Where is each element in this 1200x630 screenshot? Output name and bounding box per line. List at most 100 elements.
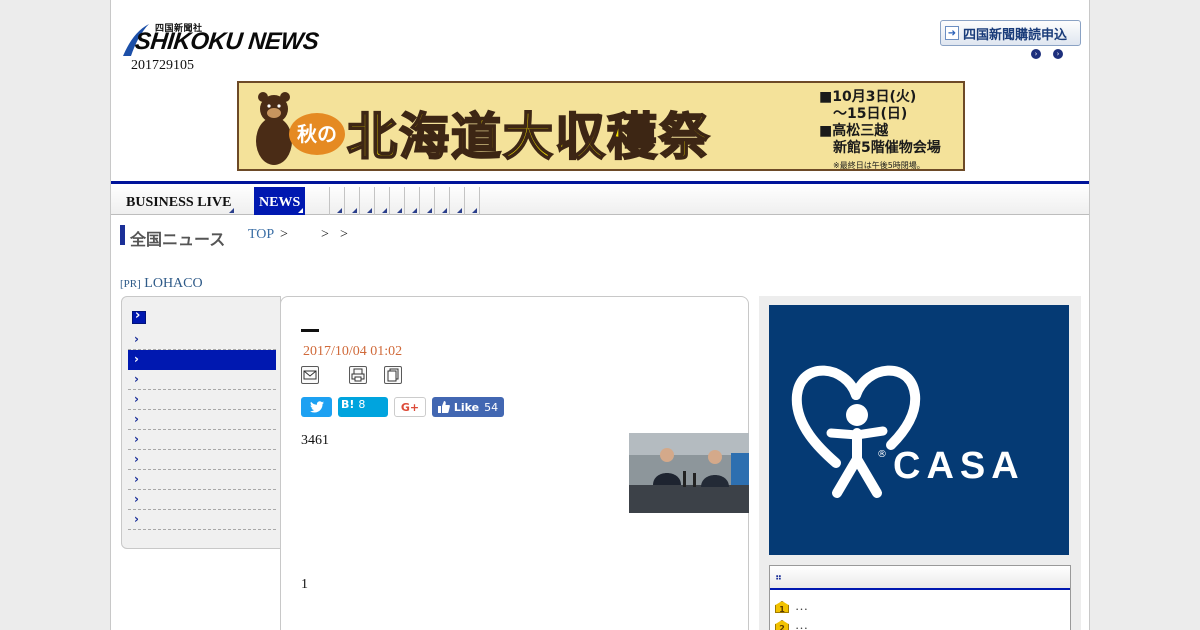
nav-next-icon[interactable]: › bbox=[1053, 49, 1063, 59]
nav-item-label: BUSINESS LIVE bbox=[126, 195, 232, 210]
sidebar-item[interactable]: › bbox=[128, 490, 276, 510]
ranking-item-text: … bbox=[795, 598, 808, 613]
edition-number: 201729105 bbox=[131, 58, 194, 73]
sidebar-item[interactable]: › bbox=[128, 330, 276, 350]
page: 四国新聞社 SHIKOKU NEWS 201729105 ➜ 四国新聞購読申込 … bbox=[110, 0, 1090, 630]
registered-mark: ® bbox=[877, 449, 887, 460]
corner-triangle-icon bbox=[367, 208, 372, 213]
article-photo[interactable] bbox=[629, 433, 749, 513]
chevron-right-icon: › bbox=[134, 472, 139, 486]
twitter-share-button[interactable] bbox=[301, 397, 332, 417]
logo-wordmark: SHIKOKU NEWS bbox=[133, 28, 320, 55]
banner-info-note: ※最終日は午後5時閉場。 bbox=[833, 161, 925, 170]
section-marker bbox=[120, 225, 125, 245]
article-panel: 2017/10/04 01:02 B! 8 G+ Like 54 3461 1 bbox=[280, 296, 749, 630]
mail-icon[interactable] bbox=[301, 366, 319, 384]
corner-triangle-icon bbox=[442, 208, 447, 213]
nav-item-empty[interactable] bbox=[464, 187, 479, 215]
category-sidebar: › › › › › › › › › › bbox=[121, 296, 281, 549]
ranking-box: ⠶ 1… 2… bbox=[769, 565, 1071, 630]
nav-item-empty[interactable] bbox=[344, 187, 359, 215]
pr-tag: [PR] bbox=[120, 278, 141, 290]
banner-aki: 秋の bbox=[289, 113, 345, 155]
ranking-header: ⠶ bbox=[770, 566, 1070, 590]
chevron-right-icon: › bbox=[134, 352, 139, 366]
nav-next-icon[interactable]: › bbox=[1031, 49, 1041, 59]
corner-triangle-icon bbox=[382, 208, 387, 213]
nav-item-empty[interactable] bbox=[449, 187, 464, 215]
banner-title: 北海道大収穫祭 bbox=[346, 107, 711, 167]
right-column: ® CASA ⠶ 1… 2… bbox=[759, 296, 1081, 630]
nav-item-empty[interactable] bbox=[404, 187, 419, 215]
corner-triangle-icon bbox=[337, 208, 342, 213]
chevron-right-icon: › bbox=[134, 492, 139, 506]
sidebar-item[interactable]: › bbox=[128, 370, 276, 390]
chevron-right-icon: › bbox=[134, 332, 139, 346]
like-count: 54 bbox=[484, 400, 499, 414]
nav-item-empty[interactable] bbox=[434, 187, 449, 215]
breadcrumb-separator: > bbox=[321, 227, 329, 242]
thumbs-up-icon bbox=[437, 401, 450, 413]
like-label: Like bbox=[453, 400, 480, 414]
banner-info: ■10月3日(火) 〜15日(日) ■高松三越 新館5階催物会場 ※最終日は午後… bbox=[819, 89, 941, 170]
sidebar-item[interactable]: › bbox=[128, 410, 276, 430]
breadcrumb-separator: > bbox=[340, 227, 348, 242]
nav-item-empty[interactable] bbox=[374, 187, 389, 215]
sidebar-item-active[interactable]: › bbox=[128, 350, 276, 370]
chevron-right-icon: › bbox=[134, 512, 139, 526]
press-conference-image bbox=[629, 433, 749, 513]
ranking-item-text: … bbox=[795, 617, 808, 630]
sidebar-header-icon[interactable] bbox=[132, 308, 146, 324]
corner-triangle-icon bbox=[427, 208, 432, 213]
print-icon[interactable] bbox=[349, 366, 367, 384]
nav-item-empty[interactable] bbox=[359, 187, 374, 215]
breadcrumb-top-link[interactable]: TOP bbox=[248, 227, 274, 243]
google-plus-icon: G+ bbox=[400, 400, 420, 414]
banner-info-line: ■10月3日(火) bbox=[819, 89, 917, 105]
corner-triangle-icon bbox=[457, 208, 462, 213]
ranking-item[interactable]: 1… bbox=[775, 598, 808, 614]
sidebar-item[interactable]: › bbox=[128, 430, 276, 450]
nav-item-business-live[interactable]: BUSINESS LIVE bbox=[116, 187, 236, 215]
article-title bbox=[301, 329, 319, 332]
article-body-number: 3461 bbox=[301, 433, 329, 448]
chevron-right-icon: › bbox=[134, 372, 139, 386]
casa-ad[interactable]: ® CASA bbox=[769, 305, 1069, 555]
article-footer-number: 1 bbox=[301, 577, 308, 592]
nav-item-empty[interactable] bbox=[419, 187, 434, 215]
corner-triangle-icon bbox=[412, 208, 417, 213]
pr-label: LOHACO bbox=[144, 276, 203, 291]
subscribe-button[interactable]: ➜ 四国新聞購読申込 bbox=[940, 20, 1081, 46]
corner-triangle-icon bbox=[352, 208, 357, 213]
crown-icon: 2 bbox=[775, 620, 789, 630]
corner-triangle-icon bbox=[298, 208, 304, 213]
ad-banner[interactable]: 秋の 北海道大収穫祭 ■10月3日(火) 〜15日(日) ■高松三越 新館5階催… bbox=[237, 81, 965, 171]
main-nav: BUSINESS LIVE NEWS bbox=[111, 181, 1089, 215]
facebook-like-button[interactable]: Like 54 bbox=[432, 397, 504, 417]
banner-info-line: 新館5階催物会場 bbox=[833, 140, 941, 156]
nav-item-news[interactable]: NEWS bbox=[254, 187, 306, 215]
crown-icon: 1 bbox=[775, 601, 789, 614]
sidebar-item[interactable]: › bbox=[128, 510, 276, 530]
casa-wordmark: CASA bbox=[893, 445, 1025, 487]
nav-item-empty[interactable] bbox=[329, 187, 344, 215]
chevron-right-icon: › bbox=[134, 432, 139, 446]
hatena-count: 8 bbox=[358, 397, 366, 411]
banner-info-line: ■高松三越 bbox=[819, 123, 889, 139]
pr-link[interactable]: [PR] LOHACO bbox=[120, 276, 203, 292]
site-logo[interactable]: 四国新聞社 SHIKOKU NEWS bbox=[121, 18, 326, 58]
chevron-right-icon: › bbox=[134, 452, 139, 466]
sidebar-item[interactable]: › bbox=[128, 390, 276, 410]
hatena-bookmark-button[interactable]: B! 8 bbox=[338, 397, 388, 417]
section-title: 全国ニュース bbox=[130, 230, 226, 249]
corner-triangle-icon bbox=[397, 208, 402, 213]
chevron-right-icon: › bbox=[134, 412, 139, 426]
nav-item-empty[interactable] bbox=[389, 187, 404, 215]
copy-icon[interactable] bbox=[384, 366, 402, 384]
sidebar-item[interactable]: › bbox=[128, 470, 276, 490]
ranking-item[interactable]: 2… bbox=[775, 617, 808, 630]
chevron-right-icon: › bbox=[134, 392, 139, 406]
sidebar-item[interactable]: › bbox=[128, 450, 276, 470]
nav-divider bbox=[479, 187, 494, 215]
google-plus-button[interactable]: G+ bbox=[394, 397, 426, 417]
